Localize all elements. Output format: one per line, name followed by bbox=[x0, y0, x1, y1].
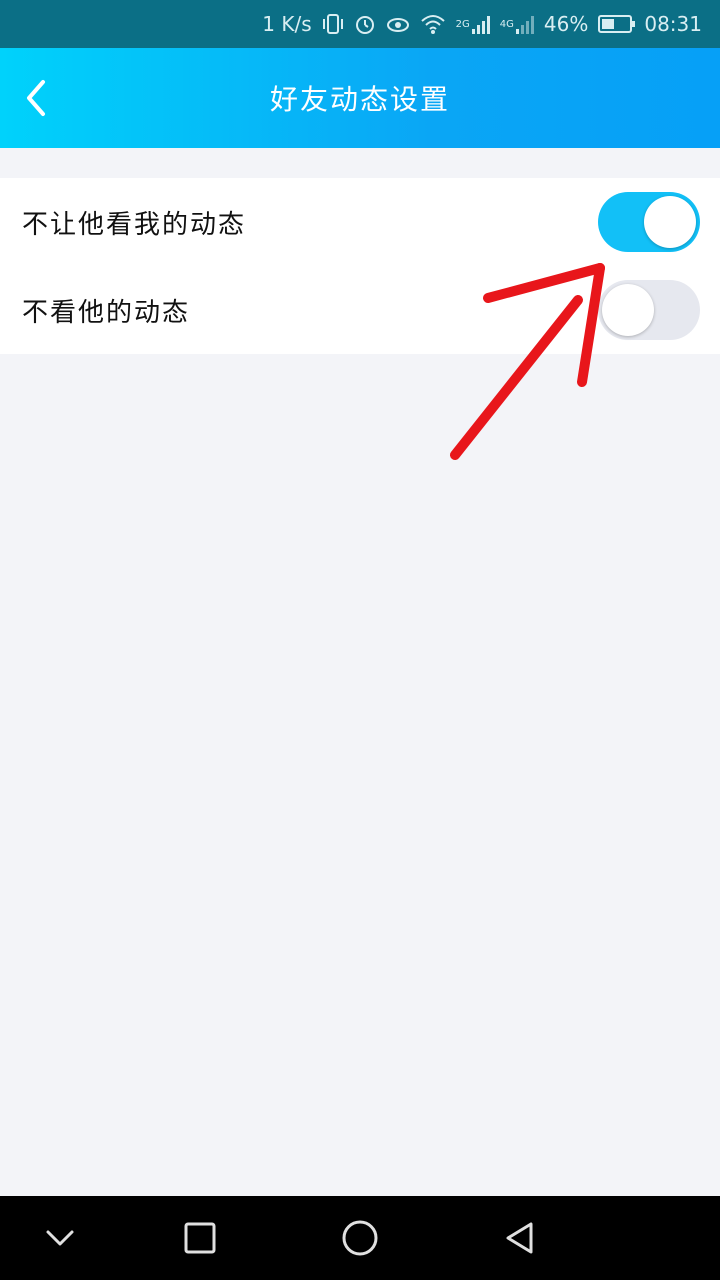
status-bar: 1 K/s 2G 4G 46% 08:31 bbox=[0, 0, 720, 48]
hide-keyboard-button[interactable] bbox=[32, 1210, 88, 1266]
alarm-icon bbox=[354, 13, 376, 35]
setting-row-hide-their-moments: 不看他的动态 bbox=[0, 266, 720, 354]
hide-my-moments-toggle[interactable] bbox=[598, 192, 700, 252]
settings-card: 不让他看我的动态 不看他的动态 bbox=[0, 178, 720, 354]
screen: 1 K/s 2G 4G 46% 08:31 好友动态设置 不让他看我的动态 不看… bbox=[0, 0, 720, 1280]
sim2-type: 4G bbox=[499, 18, 514, 30]
eye-icon bbox=[386, 13, 410, 35]
system-nav-bar bbox=[0, 1196, 720, 1280]
toggle-knob bbox=[602, 284, 654, 336]
sim1-type: 2G bbox=[455, 18, 470, 30]
setting-label: 不看他的动态 bbox=[22, 297, 191, 328]
home-button[interactable] bbox=[332, 1210, 388, 1266]
recent-apps-button[interactable] bbox=[172, 1210, 228, 1266]
nav-header: 好友动态设置 bbox=[0, 48, 720, 148]
hide-their-moments-toggle[interactable] bbox=[598, 280, 700, 340]
chevron-down-icon bbox=[46, 1230, 74, 1246]
square-icon bbox=[184, 1222, 216, 1254]
network-speed: 1 K/s bbox=[262, 12, 312, 36]
back-system-button[interactable] bbox=[492, 1210, 548, 1266]
signal-icon: 2G bbox=[456, 14, 490, 34]
triangle-back-icon bbox=[506, 1222, 533, 1254]
battery-percent: 46% bbox=[543, 12, 589, 36]
page-title: 好友动态设置 bbox=[269, 83, 450, 116]
battery-icon bbox=[598, 15, 636, 33]
clock: 08:31 bbox=[644, 12, 702, 36]
signal-icon: 4G bbox=[500, 14, 534, 34]
setting-label: 不让他看我的动态 bbox=[22, 209, 247, 240]
wifi-icon bbox=[420, 13, 446, 35]
setting-row-hide-my-moments: 不让他看我的动态 bbox=[0, 178, 720, 266]
circle-icon bbox=[342, 1220, 378, 1256]
toggle-knob bbox=[644, 196, 696, 248]
vibrate-icon bbox=[322, 13, 344, 35]
